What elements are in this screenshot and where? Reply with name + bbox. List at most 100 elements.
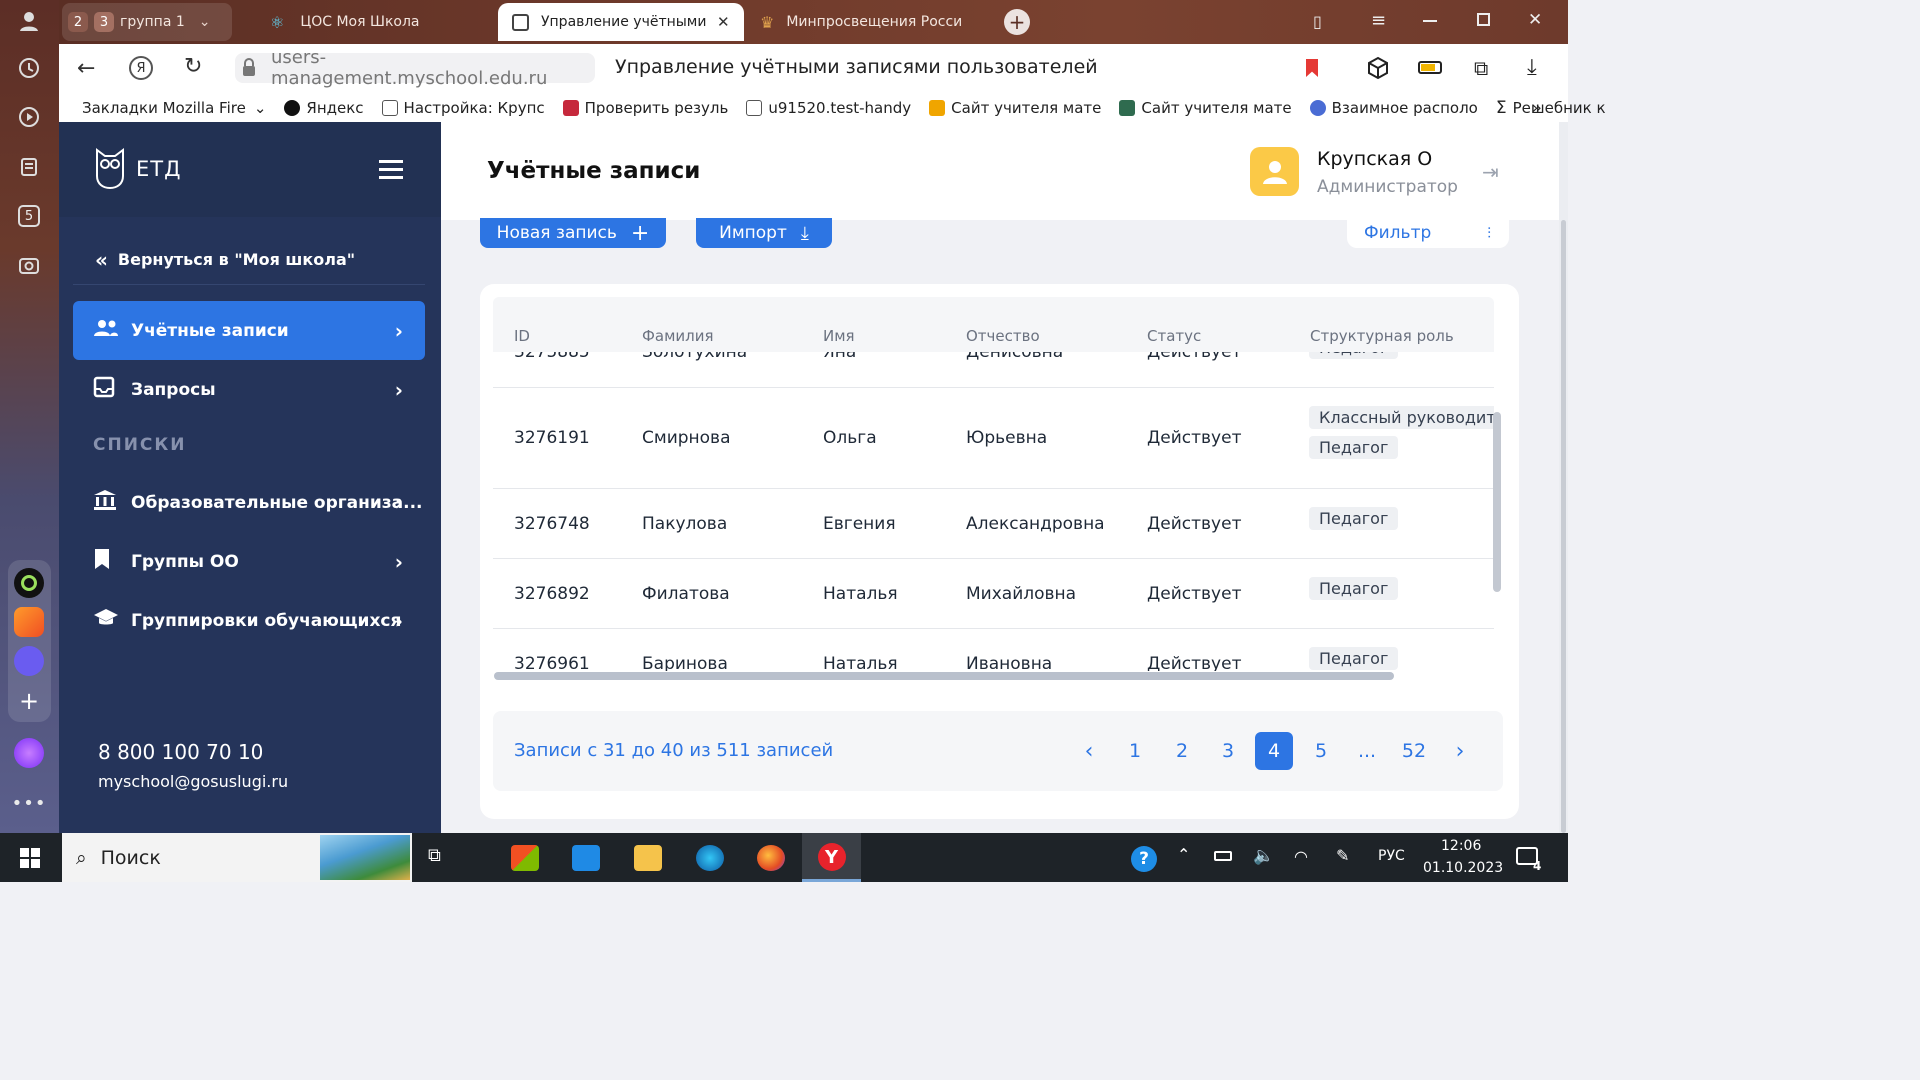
yandex-logo-icon[interactable]: Я bbox=[129, 56, 153, 80]
lock-icon[interactable] bbox=[235, 53, 263, 83]
tab-cos[interactable]: ⚛ ЦОС Моя Школа bbox=[260, 3, 496, 41]
more-icon[interactable]: ••• bbox=[12, 788, 46, 818]
next-page-icon[interactable]: › bbox=[1441, 732, 1479, 770]
back-to-school-link[interactable]: « Вернуться в "Моя школа" bbox=[73, 235, 425, 285]
clock-time[interactable]: 12:06 bbox=[1441, 838, 1481, 854]
mail-app-icon[interactable] bbox=[14, 607, 44, 637]
table-row[interactable]: 3276961 Баринова Наталья Ивановна Действ… bbox=[493, 629, 1494, 671]
collections-icon[interactable] bbox=[14, 152, 44, 182]
bookmark-item[interactable]: Σ Решебник к bbox=[1496, 98, 1606, 118]
page-button[interactable]: 1 bbox=[1116, 732, 1154, 770]
sidebar-item-student-groupings[interactable]: Группировки обучающихся › bbox=[73, 591, 425, 650]
bookmark-item[interactable]: u91520.test-handy bbox=[746, 99, 911, 117]
download-icon[interactable]: ⤓ bbox=[1527, 55, 1537, 80]
url-field[interactable]: users-management.myschool.edu.ru bbox=[263, 47, 595, 89]
taskbar-search[interactable]: ⌕ Поиск bbox=[62, 833, 412, 882]
tab-users-management[interactable]: Управление учётными ✕ bbox=[498, 3, 744, 41]
new-tab-button[interactable]: + bbox=[1004, 9, 1030, 35]
video-icon[interactable] bbox=[14, 102, 44, 132]
restore-icon[interactable] bbox=[1477, 13, 1490, 26]
column-header-lastname[interactable]: Фамилия bbox=[642, 327, 714, 345]
pen-icon[interactable]: ✎ bbox=[1336, 846, 1349, 865]
prev-page-icon[interactable]: ‹ bbox=[1070, 732, 1108, 770]
column-header-role[interactable]: Структурная роль bbox=[1310, 327, 1454, 345]
table-row[interactable]: 3276748 Пакулова Евгения Александровна Д… bbox=[493, 489, 1494, 559]
sidebar-item-requests[interactable]: Запросы › bbox=[73, 360, 425, 419]
volume-icon[interactable]: 🔈 bbox=[1253, 846, 1274, 866]
bookmark-item[interactable]: Настройка: Крупс bbox=[381, 99, 545, 117]
clock-date[interactable]: 01.10.2023 bbox=[1423, 860, 1503, 876]
support-email[interactable]: myschool@gosuslugi.ru bbox=[98, 772, 288, 791]
close-icon[interactable]: ✕ bbox=[717, 13, 730, 31]
sidebar-item-accounts[interactable]: Учётные записи › bbox=[73, 301, 425, 360]
language-indicator[interactable]: РУС bbox=[1378, 848, 1405, 864]
hamburger-menu-icon[interactable] bbox=[379, 160, 403, 179]
page-button-current[interactable]: 4 bbox=[1255, 732, 1293, 770]
chevron-down-icon[interactable]: ⌄ bbox=[199, 14, 211, 30]
alice-assistant-icon[interactable] bbox=[14, 738, 44, 768]
table-row[interactable]: 3276892 Филатова Наталья Михайловна Дейс… bbox=[493, 559, 1494, 629]
vertical-scrollbar[interactable] bbox=[1493, 412, 1501, 592]
bookmark-flag-icon[interactable] bbox=[1306, 59, 1318, 77]
logout-icon[interactable]: ⇥ bbox=[1482, 160, 1499, 184]
bookmark-item[interactable]: Сайт учителя мате bbox=[1119, 99, 1292, 117]
profile-icon[interactable] bbox=[14, 6, 44, 36]
page-button[interactable]: 5 bbox=[1302, 732, 1340, 770]
new-record-button[interactable]: Новая запись + bbox=[480, 218, 666, 248]
support-phone[interactable]: 8 800 100 70 10 bbox=[98, 740, 263, 764]
sidebar-item-organizations[interactable]: Образовательные организа... › bbox=[73, 473, 425, 532]
battery-icon[interactable] bbox=[1214, 851, 1232, 861]
cell-lastname: Золотухина bbox=[642, 352, 748, 362]
column-header-id[interactable]: ID bbox=[514, 327, 530, 345]
column-header-middlename[interactable]: Отчество bbox=[966, 327, 1040, 345]
horizontal-scrollbar[interactable] bbox=[494, 672, 1394, 680]
page-scrollbar[interactable] bbox=[1559, 122, 1568, 833]
filter-button[interactable]: Фильтр ⫶ bbox=[1347, 218, 1509, 248]
avatar[interactable] bbox=[1250, 147, 1299, 196]
windows-start-icon[interactable] bbox=[20, 848, 40, 872]
extension-box-icon[interactable] bbox=[1367, 56, 1389, 84]
store-icon[interactable] bbox=[511, 845, 539, 871]
wifi-icon[interactable]: ◠ bbox=[1294, 847, 1308, 866]
messenger-app-icon[interactable] bbox=[14, 646, 44, 676]
more-bookmarks-icon[interactable]: » bbox=[1532, 98, 1542, 117]
table-row[interactable]: 3276191 Смирнова Ольга Юрьевна Действует… bbox=[493, 388, 1494, 488]
bookmark-item[interactable]: Взаимное располо bbox=[1309, 99, 1478, 117]
translate-icon[interactable]: ⧉ bbox=[1474, 56, 1488, 80]
alice-station-icon[interactable] bbox=[14, 568, 44, 598]
bookmark-item[interactable]: Проверить резуль bbox=[562, 99, 728, 117]
page-button[interactable]: 3 bbox=[1209, 732, 1247, 770]
menu-icon[interactable]: ≡ bbox=[1371, 10, 1386, 31]
screenshot-icon[interactable] bbox=[14, 250, 44, 280]
badge-five-icon[interactable]: 5 bbox=[14, 201, 44, 231]
column-header-status[interactable]: Статус bbox=[1147, 327, 1201, 345]
bookmark-item[interactable]: Сайт учителя мате bbox=[929, 99, 1101, 117]
yandex-browser-taskbar-button[interactable]: Y bbox=[802, 833, 861, 882]
reload-icon[interactable]: ↻ bbox=[184, 54, 202, 79]
import-button[interactable]: Импорт ⤓ bbox=[696, 218, 832, 248]
back-arrow-icon[interactable]: ← bbox=[77, 56, 95, 81]
file-explorer-icon[interactable] bbox=[634, 845, 662, 871]
tab-group[interactable]: 2 3 группа 1 ⌄ bbox=[62, 3, 232, 41]
sidebar-item-groups[interactable]: Группы ОО › bbox=[73, 532, 425, 591]
page-button[interactable]: 52 bbox=[1395, 732, 1433, 770]
mail-icon[interactable] bbox=[572, 845, 600, 871]
bookmark-panel-icon[interactable]: ▯ bbox=[1313, 12, 1322, 31]
minimize-icon[interactable] bbox=[1423, 20, 1437, 22]
firefox-icon[interactable] bbox=[757, 845, 785, 871]
battery-saver-icon[interactable] bbox=[1418, 61, 1442, 74]
emblem-icon: ♛ bbox=[760, 12, 775, 32]
column-header-firstname[interactable]: Имя bbox=[823, 327, 855, 345]
task-view-icon[interactable]: ⧉ bbox=[428, 845, 456, 871]
tab-minprosveshcheniya[interactable]: ♛ Минпросвещения Росси bbox=[756, 3, 988, 41]
help-icon[interactable]: ? bbox=[1131, 846, 1157, 872]
bookmark-item[interactable]: Яндекс bbox=[284, 99, 364, 117]
window-close-icon[interactable]: ✕ bbox=[1528, 10, 1542, 30]
page-button[interactable]: 2 bbox=[1163, 732, 1201, 770]
add-app-icon[interactable]: + bbox=[14, 686, 44, 716]
history-icon[interactable] bbox=[14, 53, 44, 83]
bookmark-folder[interactable]: Закладки Mozilla Fire ⌄ bbox=[82, 99, 266, 117]
chevron-up-icon[interactable]: ⌃ bbox=[1177, 845, 1190, 864]
edge-icon[interactable] bbox=[696, 845, 724, 871]
table-row[interactable]: 3275885 Золотухина Яна Денисовна Действу… bbox=[493, 352, 1494, 386]
